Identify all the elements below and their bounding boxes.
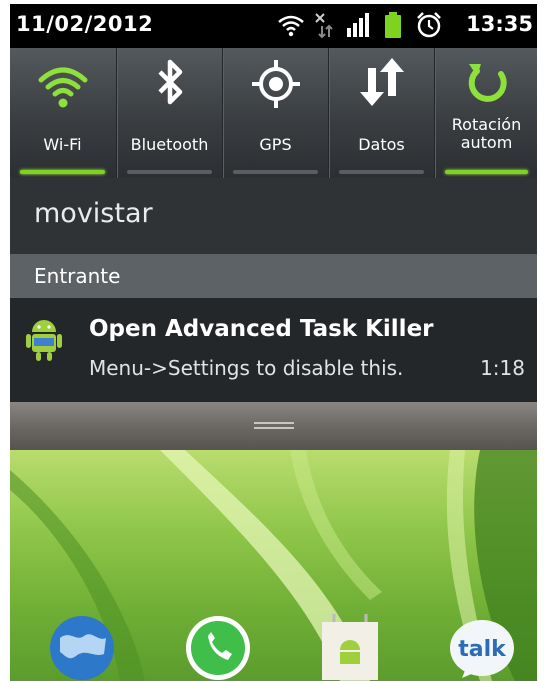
section-header-ongoing: Entrante: [10, 254, 537, 298]
wifi-icon: [38, 67, 87, 108]
toggle-wifi-label: Wi-Fi: [43, 135, 82, 154]
talk-icon[interactable]: talk: [446, 608, 518, 680]
status-date: 11/02/2012: [16, 12, 154, 36]
market-icon[interactable]: [314, 608, 386, 680]
toggle-datos-indicator: [339, 170, 424, 174]
drag-grip-icon: [254, 422, 294, 430]
toggle-gps-label: GPS: [259, 135, 292, 154]
quick-settings-toggles: Wi-Fi Bluetooth GPS Datos Rotación autom: [10, 48, 537, 178]
rotation-icon: [468, 64, 507, 102]
notification-text: Menu->Settings to disable this.: [89, 356, 404, 380]
browser-globe-icon[interactable]: [46, 608, 118, 680]
shade-drag-handle[interactable]: [10, 402, 537, 450]
section-header-label: Entrante: [34, 264, 121, 288]
toggle-bluetooth-indicator: [127, 170, 212, 174]
notification-time: 1:18: [480, 356, 525, 380]
bluetooth-icon: [157, 59, 182, 105]
carrier-row: movistar: [10, 178, 537, 254]
toggle-gps[interactable]: GPS: [222, 48, 328, 178]
toggle-wifi[interactable]: Wi-Fi: [10, 48, 115, 178]
battery-icon: [385, 12, 401, 38]
toggle-rotation-label: Rotación autom: [451, 115, 522, 152]
data-transfer-icon: [315, 13, 333, 39]
toggle-bluetooth-label: Bluetooth: [130, 135, 209, 154]
whatsapp-icon[interactable]: [182, 608, 254, 680]
notification-title: Open Advanced Task Killer: [89, 316, 434, 342]
phone-screen: 11/02/2012 13:35 Wi-Fi Bluetooth GPS Dat…: [10, 4, 537, 681]
toggle-bluetooth[interactable]: Bluetooth: [116, 48, 222, 178]
data-arrows-icon: [359, 58, 404, 106]
toggle-wifi-indicator: [20, 170, 105, 174]
toggle-rotation[interactable]: Rotación autom: [434, 48, 537, 178]
toggle-rotation-indicator: [445, 170, 528, 174]
status-time: 13:35: [466, 12, 533, 36]
status-bar: 11/02/2012 13:35: [10, 4, 537, 48]
carrier-name: movistar: [34, 198, 153, 229]
toggle-datos-label: Datos: [358, 135, 405, 154]
toggle-gps-indicator: [233, 170, 318, 174]
cell-signal-icon: [347, 13, 369, 37]
notification-item[interactable]: Open Advanced Task Killer Menu->Settings…: [10, 298, 537, 402]
alarm-icon: [417, 12, 441, 38]
gps-icon: [251, 60, 300, 108]
toggle-datos[interactable]: Datos: [328, 48, 434, 178]
talk-icon-text: talk: [458, 637, 507, 662]
wifi-signal-icon: [278, 15, 304, 37]
home-wallpaper: talk: [10, 450, 537, 681]
android-task-killer-icon: [26, 320, 62, 361]
